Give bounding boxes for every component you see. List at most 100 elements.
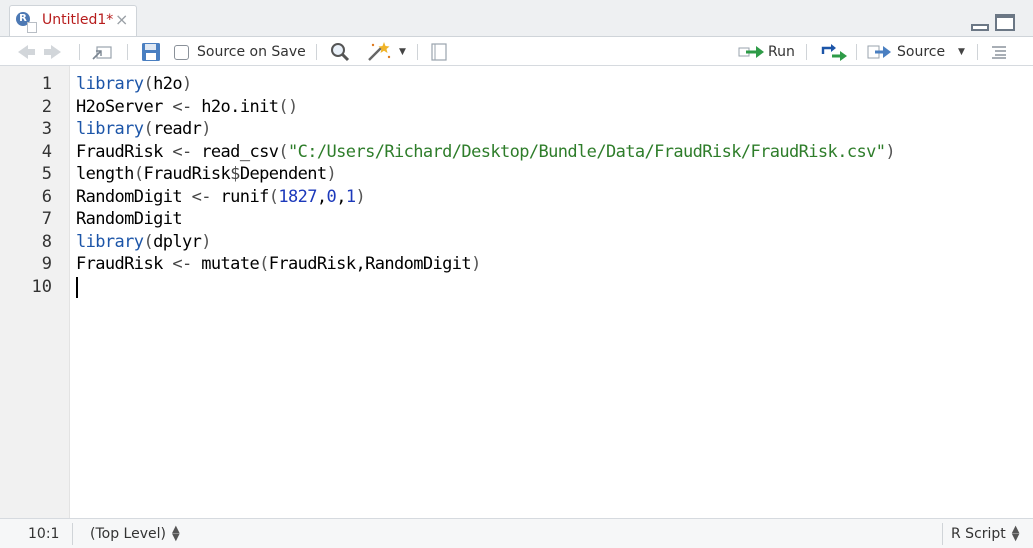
code-line[interactable]: FraudRisk <- read_csv("C:/Users/Richard/… [76,141,896,164]
toolbar-separator [127,44,128,60]
back-button[interactable] [18,37,35,67]
line-number: 4 [41,141,52,162]
close-tab-icon[interactable]: × [115,10,128,29]
code-token: <- [191,186,212,207]
code-line[interactable]: library(h2o) [76,73,192,96]
forward-button[interactable] [44,37,61,67]
code-editor[interactable]: library(h2o) H2oServer <- h2o.init() libra… [76,66,1026,518]
code-token: readr [153,119,202,139]
scope-label: (Top Level) [90,525,166,542]
rerun-icon [821,44,847,61]
status-separator [942,523,943,545]
code-token: library [76,74,144,94]
code-token: <- [172,96,192,117]
back-arrow-icon [18,45,28,59]
minimize-pane-icon[interactable] [971,24,989,31]
back-arrow-stem [28,49,35,55]
compile-report-button[interactable] [430,37,448,67]
source-on-save-label: Source on Save [197,44,306,60]
code-tools-dropdown-icon[interactable]: ▼ [399,47,406,57]
source-on-save-checkbox[interactable] [174,44,189,60]
code-token: , [336,186,346,207]
scope-selector[interactable]: (Top Level) ▲ ▼ [90,519,180,548]
code-token: library [76,231,144,252]
code-token: RandomDigit [76,209,183,229]
code-token: () [278,96,298,117]
code-token: "C:/Users/Richard/Desktop/Bundle/Data/Fr… [288,141,886,162]
source-on-save-toggle[interactable]: Source on Save [174,37,306,67]
code-line[interactable]: H2oServer <- h2o.init() [76,96,298,119]
file-type-updown-icon: ▲ ▼ [1011,523,1020,543]
tab-title: Untitled1* [42,12,114,28]
status-separator [72,523,73,545]
line-number-gutter: 1 2 3 4 5 6 7 8 9 10 [0,66,70,518]
line-number: 6 [41,186,52,207]
toolbar-separator [856,44,857,60]
run-label: Run [768,44,795,60]
code-token: <- [172,254,192,274]
save-button[interactable] [140,37,162,67]
code-line[interactable]: length(FraudRisk$Dependent) [76,163,337,186]
toolbar-separator [79,44,80,60]
rerun-button[interactable] [820,37,848,67]
source-dropdown-icon: ▼ [958,47,965,57]
code-line[interactable]: FraudRisk <- mutate(FraudRisk,RandomDigi… [76,253,481,276]
notebook-icon [431,43,447,61]
code-token: ( [133,164,144,184]
source-button[interactable]: Source [867,37,945,67]
code-line[interactable]: library(readr) [76,118,212,141]
editor-toolbar: Source on Save ▼ Run Source ▼ [0,36,1033,66]
code-token: read_csv [191,141,279,162]
maximize-pane-icon[interactable] [995,14,1015,31]
run-line-icon [738,46,764,58]
find-replace-button[interactable] [329,37,351,67]
code-token: length [76,164,134,184]
code-token: <- [172,141,192,162]
code-line[interactable]: RandomDigit [76,208,183,231]
code-token: h2o [153,74,183,94]
magnifier-icon [331,43,350,62]
editor-tab-bar: R Untitled1* × [0,0,1033,37]
tab-untitled1[interactable]: R Untitled1* × [9,5,137,37]
editor-status-bar: 10:1 (Top Level) ▲ ▼ R Script ▲ ▼ [0,518,1033,548]
code-token: RandomDigit [76,186,192,207]
file-type-selector[interactable]: R Script ▲ ▼ [951,519,1020,548]
new-window-icon [92,46,112,60]
document-icon [27,22,37,33]
line-number: 10 [31,276,52,297]
line-number: 1 [41,74,52,94]
code-token: ) [201,119,211,139]
run-button[interactable]: Run [738,37,795,67]
code-token: dplyr [153,231,202,252]
cursor-position: 10:1 [28,525,60,542]
file-type-label: R Script [951,525,1006,542]
source-dropdown-button[interactable]: ▼ [958,37,965,67]
document-outline-button[interactable] [991,37,1007,67]
code-line[interactable]: RandomDigit <- runif(1827,0,1) [76,186,366,209]
code-token: 0 [326,186,337,207]
code-tools-button[interactable]: ▼ [365,37,406,67]
code-token: ( [143,119,154,139]
line-number: 7 [41,209,52,229]
code-token: ) [471,254,481,274]
code-line[interactable]: library(dplyr) [76,231,212,254]
line-number: 3 [41,119,52,139]
code-token: ) [201,231,211,252]
toolbar-separator [417,44,418,60]
code-token: 1827 [278,186,317,207]
show-in-new-window-button[interactable] [91,37,113,67]
code-token: Dependent [239,164,327,184]
text-cursor [76,276,78,298]
code-token: ( [278,141,288,162]
outline-lines-icon [992,46,1006,59]
line-number: 2 [41,96,52,117]
code-token: ) [182,74,192,94]
code-token: runif [210,186,270,207]
toolbar-separator [806,44,807,60]
code-token: $ [230,164,240,184]
source-file-icon [867,45,891,59]
code-token: ( [143,231,154,252]
code-token: library [76,119,144,139]
source-editor-pane: R Untitled1* × Source on Save ▼ Run Sour… [0,0,1033,548]
code-token: h2o.init [191,96,279,117]
